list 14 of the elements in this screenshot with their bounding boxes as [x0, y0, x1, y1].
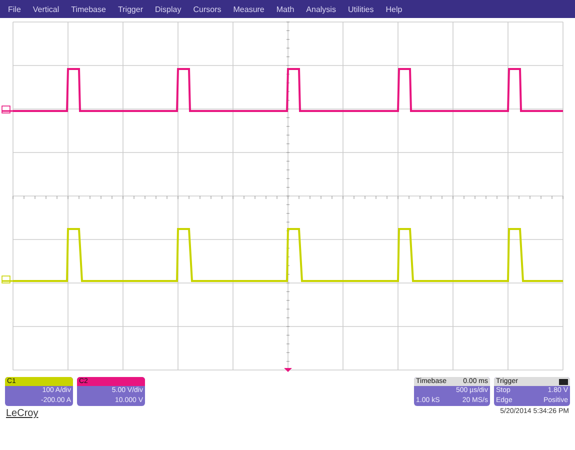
- menu-item[interactable]: Timebase: [71, 4, 106, 14]
- menu-item[interactable]: Display: [155, 4, 182, 14]
- trigger-source-icon: [558, 378, 568, 384]
- menu-item[interactable]: Math: [276, 4, 294, 14]
- menu-item[interactable]: Measure: [233, 4, 264, 14]
- menu-item[interactable]: Help: [386, 4, 402, 14]
- menu-item[interactable]: Cursors: [193, 4, 222, 14]
- trigger-marker-icon: [284, 368, 292, 372]
- menu-item[interactable]: Utilities: [348, 4, 374, 14]
- menu-item[interactable]: File: [8, 4, 21, 14]
- menu-item[interactable]: Vertical: [32, 4, 60, 14]
- menu-item[interactable]: Analysis: [306, 4, 336, 14]
- brand-logo: LeCroy: [6, 408, 38, 419]
- menu-item[interactable]: Trigger: [118, 4, 143, 14]
